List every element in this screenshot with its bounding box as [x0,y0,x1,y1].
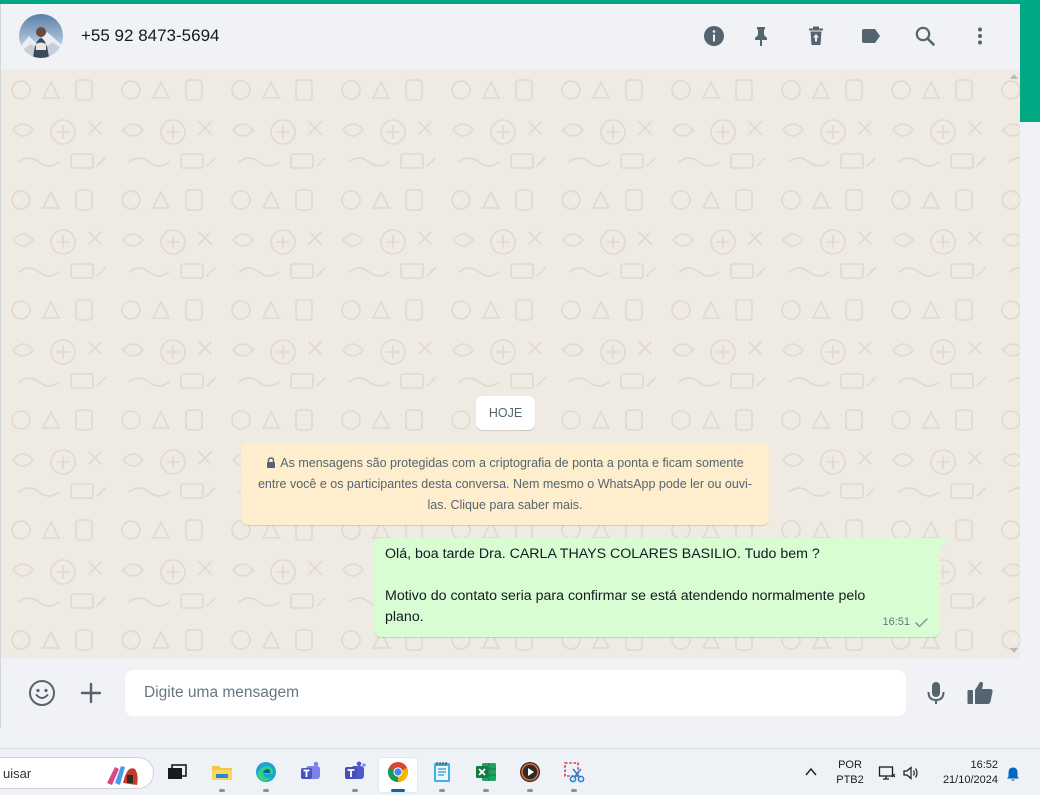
composer-bar [0,658,1020,728]
message-time: 16:51 [882,616,910,628]
running-indicator [391,789,405,792]
message-input[interactable] [125,670,906,716]
contact-name[interactable]: +55 92 8473-5694 [81,26,220,46]
running-indicator [263,789,269,792]
taskbar-edge[interactable] [246,757,286,793]
clock[interactable]: 16:52 21/10/2024 [928,758,998,788]
taskbar-search[interactable]: uisar [0,757,154,789]
running-indicator [219,789,225,792]
running-indicator [571,789,577,792]
info-icon[interactable] [702,24,726,48]
outgoing-message[interactable]: Olá, boa tarde Dra. CARLA THAYS COLARES … [374,538,940,637]
taskbar-task-view[interactable] [157,757,197,793]
emoji-icon[interactable] [27,678,57,708]
notification-bell-icon[interactable] [1005,766,1021,782]
delete-icon[interactable] [804,24,828,48]
running-indicator [352,789,358,792]
menu-icon[interactable] [968,24,992,48]
lock-icon [267,457,276,468]
encryption-notice-text: As mensagens são protegidas com a cripto… [257,456,752,512]
language-code: POR [838,759,862,771]
clock-time: 16:52 [970,759,998,771]
chevron-up-icon[interactable] [803,765,819,779]
scroll-up-arrow[interactable] [1010,73,1018,79]
contact-avatar[interactable] [19,14,63,58]
message-meta: 16:51 [882,612,930,633]
message-line: Olá, boa tarde Dra. CARLA THAYS COLARES … [385,546,820,562]
running-indicator [483,789,489,792]
window-bottom-strip [0,728,1040,748]
taskbar-search-text: uisar [3,766,32,781]
pin-icon[interactable] [749,24,773,48]
chat-area[interactable]: HOJE As mensagens são protegidas com a c… [0,70,1020,658]
taskbar-teams-work[interactable] [335,757,375,793]
taskbar-notepad[interactable] [422,757,462,793]
taskbar-teams-personal[interactable] [291,757,331,793]
search-icon[interactable] [913,24,937,48]
taskbar-file-explorer[interactable] [202,757,242,793]
taskbar-excel[interactable] [466,757,506,793]
microphone-icon[interactable] [921,678,951,708]
label-icon[interactable] [859,24,883,48]
right-accent-bar [1020,4,1040,122]
chat-header: +55 92 8473-5694 [0,4,1020,70]
running-indicator [439,789,445,792]
input-language[interactable]: POR PTB2 [832,758,868,788]
clock-date: 21/10/2024 [942,774,998,786]
message-line: plano. [385,609,424,625]
search-highlight-art-icon [107,766,138,785]
thumbs-up-icon[interactable] [965,678,995,708]
taskbar-snipping-tool[interactable] [554,757,594,793]
scroll-down-arrow[interactable] [1010,648,1018,654]
taskbar-chrome[interactable] [378,757,418,793]
bubble-tail [939,538,949,550]
encryption-notice[interactable]: As mensagens são protegidas com a cripto… [241,443,769,525]
check-icon [915,618,928,628]
volume-icon[interactable] [902,765,920,781]
message-line: Motivo do contato seria para confirmar s… [385,588,866,604]
attach-plus-icon[interactable] [76,678,106,708]
network-icon[interactable] [878,765,896,781]
running-indicator [527,789,533,792]
taskbar-media-player[interactable] [510,757,550,793]
date-chip: HOJE [476,396,535,430]
keyboard-layout: PTB2 [836,774,864,786]
os-taskbar: uisar POR PTB2 16:52 21/10/2024 [0,748,1040,795]
